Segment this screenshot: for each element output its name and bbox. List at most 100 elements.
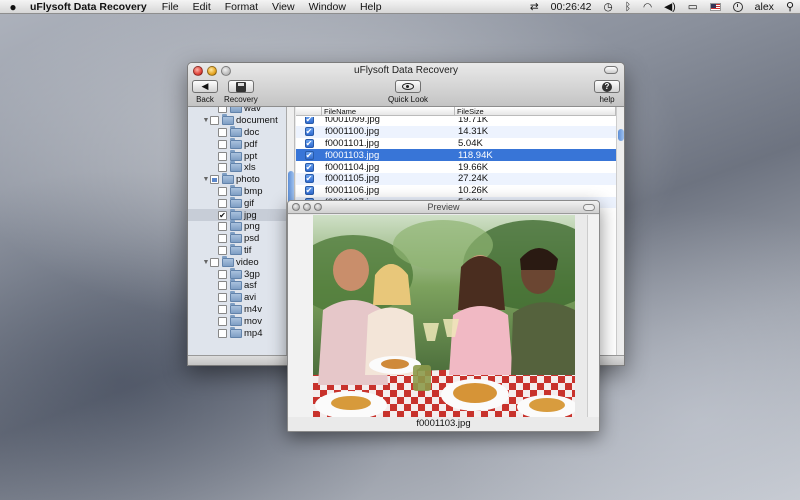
- tree-item-doc[interactable]: doc: [188, 125, 259, 139]
- menu-file[interactable]: File: [155, 1, 186, 13]
- table-row[interactable]: ✔ f0001101.jpg 5.04K: [296, 138, 616, 150]
- table-scroll-thumb[interactable]: [618, 129, 624, 141]
- preview-scrollbar[interactable]: [587, 215, 599, 417]
- tree-checkbox[interactable]: ✔: [218, 210, 227, 220]
- sync-icon[interactable]: ⇄: [524, 0, 545, 14]
- column-filesize[interactable]: FileSize: [455, 107, 616, 116]
- row-checkbox[interactable]: ✔: [304, 150, 314, 160]
- back-button[interactable]: ◀ Back: [192, 80, 218, 104]
- disclosure-triangle-icon[interactable]: ▼: [202, 176, 210, 183]
- tree-item-document[interactable]: ▼ document: [188, 114, 278, 127]
- file-name-cell: f0001106.jpg: [325, 185, 380, 197]
- window-title: uFlysoft Data Recovery: [354, 65, 458, 76]
- tree-item-photo[interactable]: ▼ photo: [188, 173, 260, 186]
- menu-user[interactable]: alex: [749, 0, 780, 14]
- table-row[interactable]: ✔ f0001104.jpg 19.66K: [296, 161, 616, 173]
- preview-close-button[interactable]: [292, 203, 300, 211]
- tree-item-mov[interactable]: mov: [188, 314, 262, 327]
- column-filename[interactable]: FileName: [322, 107, 455, 116]
- row-checkbox[interactable]: ✔: [304, 127, 314, 137]
- preview-toolbar-toggle[interactable]: [583, 204, 595, 211]
- tree-checkbox[interactable]: [218, 139, 227, 149]
- tree-checkbox[interactable]: [218, 234, 227, 244]
- table-row[interactable]: ✔ f0001100.jpg 14.31K: [296, 125, 616, 138]
- row-checkbox[interactable]: ✔: [304, 138, 314, 148]
- tree-checkbox[interactable]: [210, 175, 219, 185]
- tree-checkbox[interactable]: [218, 245, 227, 255]
- tree-item-psd[interactable]: psd: [188, 232, 259, 245]
- tree-item-png[interactable]: png: [188, 220, 260, 233]
- tree-item-tif[interactable]: tif: [188, 243, 251, 257]
- volume-icon[interactable]: ◀): [658, 0, 682, 14]
- quick-look-button[interactable]: Quick Look: [388, 80, 428, 104]
- row-checkbox[interactable]: ✔: [304, 162, 314, 172]
- column-check[interactable]: [296, 107, 322, 115]
- folder-icon: [230, 291, 242, 303]
- row-checkbox[interactable]: ✔: [304, 186, 314, 196]
- tree-item-pdf[interactable]: pdf: [188, 137, 258, 150]
- back-label: Back: [196, 95, 214, 104]
- clock-icon[interactable]: [727, 0, 749, 14]
- row-checkbox[interactable]: ✔: [304, 117, 314, 125]
- tree-checkbox[interactable]: [218, 328, 227, 338]
- help-button[interactable]: ? help: [594, 80, 620, 104]
- menu-window[interactable]: Window: [302, 1, 353, 13]
- tree-checkbox[interactable]: [218, 281, 227, 291]
- menu-timer[interactable]: 00:26:42: [545, 0, 598, 14]
- tree-item-xls[interactable]: xls: [188, 161, 256, 174]
- tree-checkbox[interactable]: [218, 127, 227, 137]
- preview-zoom-button[interactable]: [314, 203, 322, 211]
- tree-checkbox[interactable]: [218, 222, 227, 232]
- tree-checkbox[interactable]: [210, 116, 219, 126]
- recovery-button[interactable]: Recovery: [224, 80, 258, 104]
- tree-checkbox[interactable]: [218, 304, 227, 314]
- folder-icon: [222, 173, 234, 185]
- wifi-icon[interactable]: ◠: [637, 0, 658, 14]
- menu-app-name[interactable]: uFlysoft Data Recovery: [26, 1, 155, 13]
- folder-icon: [222, 255, 234, 267]
- table-row[interactable]: ✔ f0001103.jpg 118.94K: [296, 149, 616, 162]
- tree-item-avi[interactable]: avi: [188, 291, 256, 304]
- menu-view[interactable]: View: [265, 1, 302, 13]
- row-checkbox[interactable]: ✔: [304, 174, 314, 184]
- tree-item-3gp[interactable]: 3gp: [188, 267, 260, 280]
- tree-item-label: pdf: [244, 138, 258, 150]
- toolbar-toggle-button[interactable]: [604, 66, 618, 74]
- tree-checkbox[interactable]: [218, 163, 227, 173]
- time-machine-icon[interactable]: ◷: [598, 0, 619, 14]
- tree-item-video[interactable]: ▼ video: [188, 255, 259, 268]
- bluetooth-icon[interactable]: ᛒ: [619, 0, 637, 14]
- table-row[interactable]: ✔ f0001099.jpg 19.71K: [296, 117, 616, 126]
- tree-item-m4v[interactable]: m4v: [188, 302, 262, 316]
- tree-checkbox[interactable]: [218, 151, 227, 161]
- tree-item-mp4[interactable]: mp4: [188, 326, 263, 339]
- tree-checkbox[interactable]: [210, 257, 219, 267]
- tree-item-label: mp4: [244, 327, 263, 339]
- preview-minimize-button[interactable]: [303, 203, 311, 211]
- folder-icon: [222, 114, 234, 126]
- disclosure-triangle-icon[interactable]: ▼: [202, 259, 210, 266]
- apple-menu-icon[interactable]: ●: [0, 0, 26, 14]
- table-scrollbar[interactable]: [616, 107, 624, 355]
- battery-icon[interactable]: ▭: [682, 0, 704, 14]
- table-row[interactable]: ✔ f0001105.jpg 27.24K: [296, 172, 616, 185]
- tree-checkbox[interactable]: [218, 198, 227, 208]
- input-flag-icon[interactable]: [704, 0, 727, 14]
- tree-checkbox[interactable]: [218, 293, 227, 303]
- table-row[interactable]: ✔ f0001106.jpg 10.26K: [296, 185, 616, 197]
- tree-checkbox[interactable]: [218, 107, 227, 114]
- menu-help[interactable]: Help: [353, 1, 389, 13]
- tree-item-ppt[interactable]: ppt: [188, 149, 257, 162]
- tree-item-jpg[interactable]: ✔ jpg: [188, 208, 286, 221]
- tree-checkbox[interactable]: [218, 316, 227, 326]
- menu-format[interactable]: Format: [218, 1, 265, 13]
- tree-checkbox[interactable]: [218, 186, 227, 196]
- disclosure-triangle-icon[interactable]: ▼: [202, 117, 210, 124]
- file-size-cell: 27.24K: [458, 173, 489, 185]
- tree-checkbox[interactable]: [218, 269, 227, 279]
- spotlight-icon[interactable]: ⚲: [780, 0, 800, 14]
- tree-item-asf[interactable]: asf: [188, 279, 257, 292]
- tree-item-bmp[interactable]: bmp: [188, 184, 262, 198]
- tree-item-gif[interactable]: gif: [188, 196, 254, 209]
- menu-edit[interactable]: Edit: [186, 1, 218, 13]
